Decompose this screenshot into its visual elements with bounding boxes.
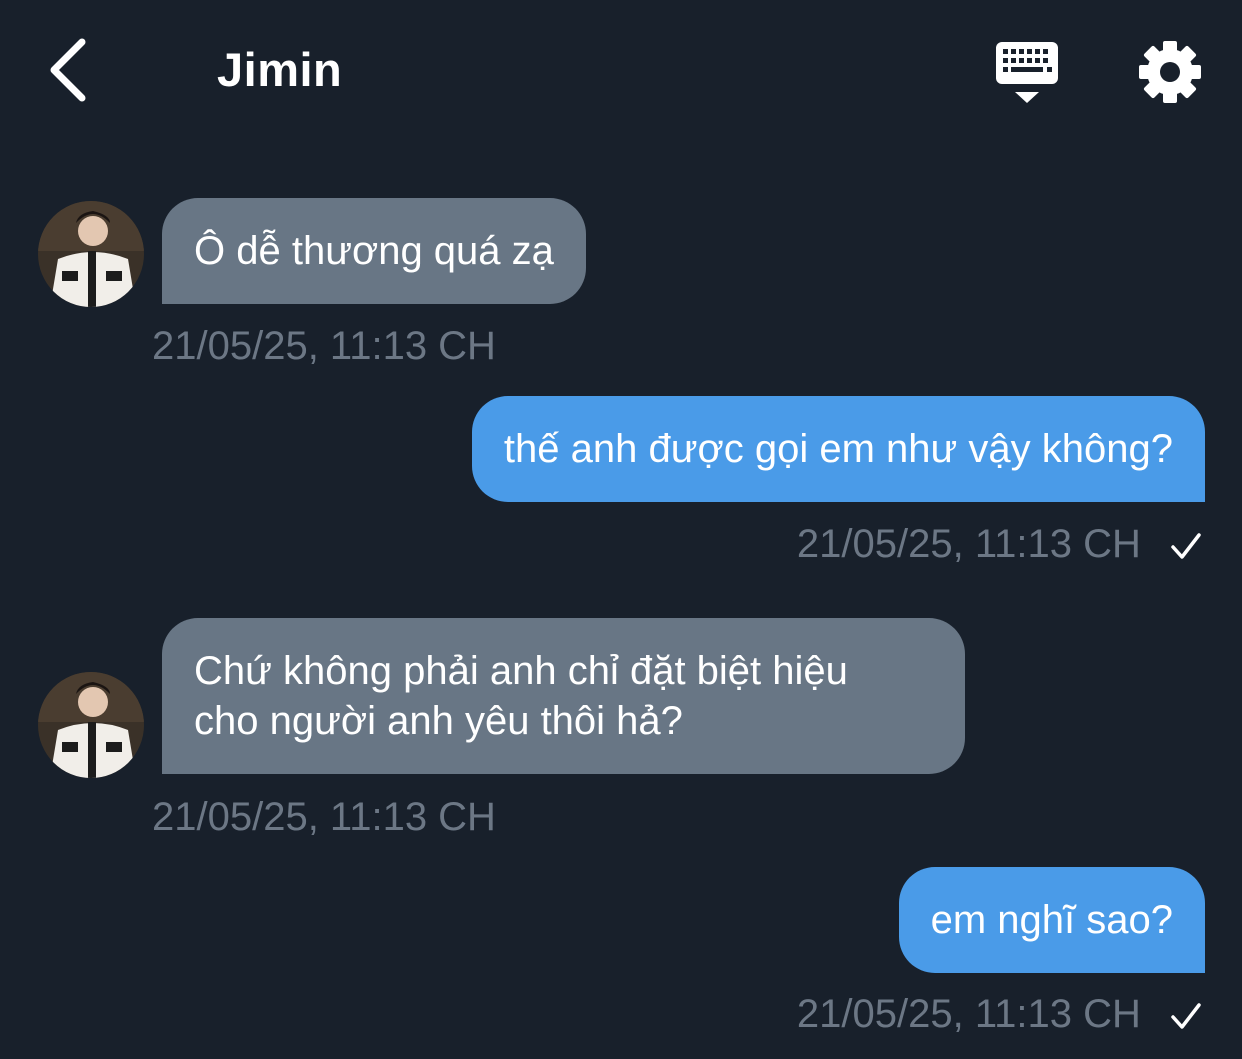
message-bubble-incoming[interactable]: Ô dễ thương quá zạ (162, 198, 586, 304)
keyboard-button[interactable] (990, 38, 1064, 108)
chevron-left-icon (50, 38, 86, 102)
message-bubble-outgoing[interactable]: thế anh được gọi em như vậy không? (471, 396, 1205, 502)
contact-avatar[interactable] (38, 672, 144, 778)
chat-header: Jimin (0, 0, 1242, 140)
message-bubble-outgoing[interactable]: em nghĩ sao? (898, 867, 1205, 973)
message-bubble-incoming[interactable]: Chứ không phải anh chỉ đặt biệt hiệu cho… (162, 618, 965, 774)
message-timestamp: 21/05/25, 11:13 CH (796, 522, 1141, 566)
message-text: Ô dễ thương quá zạ (194, 229, 554, 273)
back-button[interactable] (36, 32, 100, 108)
settings-button[interactable] (1134, 36, 1206, 108)
message-text-line: cho người anh yêu thôi hả? (194, 699, 683, 743)
keyboard-icon (996, 42, 1058, 103)
message-text-line: Chứ không phải anh chỉ đặt biệt hiệu (194, 649, 848, 693)
message-timestamp: 21/05/25, 11:13 CH (152, 795, 496, 839)
contact-avatar[interactable] (38, 201, 144, 307)
message-timestamp: 21/05/25, 11:13 CH (796, 992, 1141, 1036)
gear-icon (1139, 41, 1201, 103)
message-text: thế anh được gọi em như vậy không? (503, 427, 1173, 471)
check-icon (1171, 533, 1201, 560)
message-timestamp-row: 21/05/25, 11:13 CH (797, 990, 1202, 1038)
contact-name: Jimin (217, 43, 343, 96)
message-timestamp: 21/05/25, 11:13 CH (152, 324, 496, 368)
message-text: em nghĩ sao? (930, 898, 1173, 942)
message-timestamp-row: 21/05/25, 11:13 CH (797, 520, 1202, 568)
check-icon (1171, 1003, 1201, 1030)
